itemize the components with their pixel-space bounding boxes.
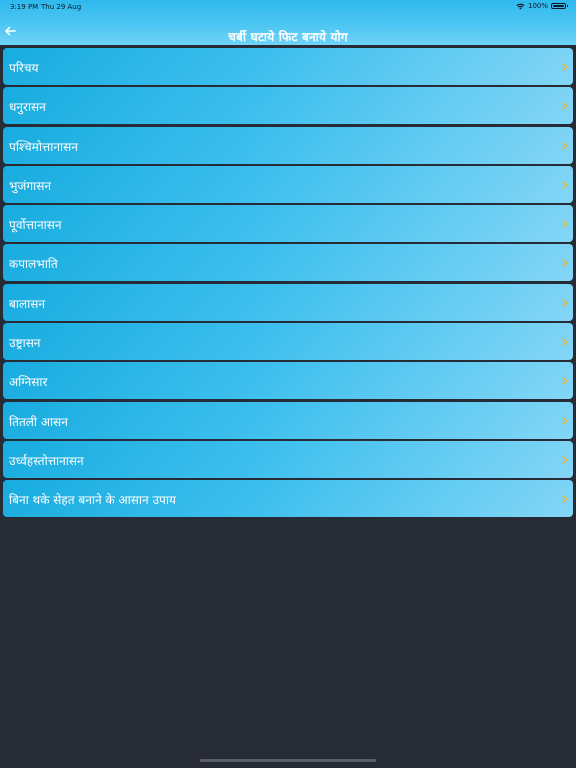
list-item[interactable]: कपालभाति: [3, 244, 573, 282]
list-item[interactable]: तितली आसन: [3, 401, 573, 439]
status-indicators: 100%: [516, 2, 568, 10]
battery-icon: [551, 3, 568, 9]
chevron-right-icon: [562, 495, 568, 503]
list-item[interactable]: बिना थके सेहत बनाने के आसान उपाय: [3, 480, 573, 518]
app-screen: 3:19 PM Thu 29 Aug 100% चर्बी घटाये फिट …: [0, 0, 576, 768]
chevron-right-icon: [562, 338, 568, 346]
list-item-label: उष्ट्रासन: [9, 336, 41, 351]
chevron-right-icon: [562, 102, 568, 110]
chevron-right-icon: [562, 259, 568, 268]
wifi-icon: [516, 3, 525, 9]
list-item[interactable]: उष्ट्रासन: [3, 323, 573, 361]
list-item-label: कपालभाति: [9, 257, 58, 272]
list-item-label: तितली आसन: [9, 414, 68, 429]
status-bar: 3:19 PM Thu 29 Aug 100%: [0, 0, 576, 14]
chevron-right-icon: [562, 456, 568, 464]
list-item[interactable]: पूर्वोत्तानासन: [3, 205, 573, 243]
list-item-label: अग्निसार: [9, 375, 48, 390]
chevron-right-icon: [562, 141, 568, 150]
chevron-right-icon: [562, 416, 568, 425]
list-item[interactable]: भुजंगासन: [3, 165, 573, 203]
status-date: Thu 29 Aug: [41, 3, 82, 11]
list-item-label: बिना थके सेहत बनाने के आसान उपाय: [9, 493, 176, 508]
battery-percentage: 100%: [527, 2, 548, 10]
home-indicator[interactable]: [200, 759, 376, 762]
list-item[interactable]: उर्ध्वहस्तोत्तानासन: [3, 440, 573, 478]
list-item[interactable]: बालासन: [3, 283, 573, 321]
status-time: 3:19 PM: [10, 3, 39, 11]
list-item[interactable]: परिचय: [3, 48, 573, 85]
list-item-label: बालासन: [9, 296, 45, 311]
list-item-label: पूर्वोत्तानासन: [9, 218, 62, 233]
topic-list: परिचय धनुरासन पश्चिमोत्तानासन भुजंगासन पूर्व…: [3, 48, 573, 520]
list-item[interactable]: धनुरासन: [3, 87, 573, 125]
chevron-right-icon: [562, 299, 568, 307]
chevron-right-icon: [562, 63, 568, 71]
list-item[interactable]: पश्चिमोत्तानासन: [3, 126, 573, 164]
navigation-header: 3:19 PM Thu 29 Aug 100% चर्बी घटाये फिट …: [0, 0, 576, 45]
battery-level-fill: [553, 5, 564, 7]
list-item-label: धनुरासन: [9, 100, 46, 115]
list-item[interactable]: अग्निसार: [3, 362, 573, 400]
list-item-label: पश्चिमोत्तानासन: [9, 139, 78, 154]
list-item-label: परिचय: [9, 61, 39, 75]
list-item-label: उर्ध्वहस्तोत्तानासन: [9, 453, 84, 468]
chevron-right-icon: [562, 377, 568, 386]
list-item-label: भुजंगासन: [9, 178, 51, 193]
chevron-right-icon: [562, 181, 568, 189]
chevron-right-icon: [562, 220, 568, 228]
page-title: चर्बी घटाये फिट बनाये योग: [228, 30, 348, 44]
